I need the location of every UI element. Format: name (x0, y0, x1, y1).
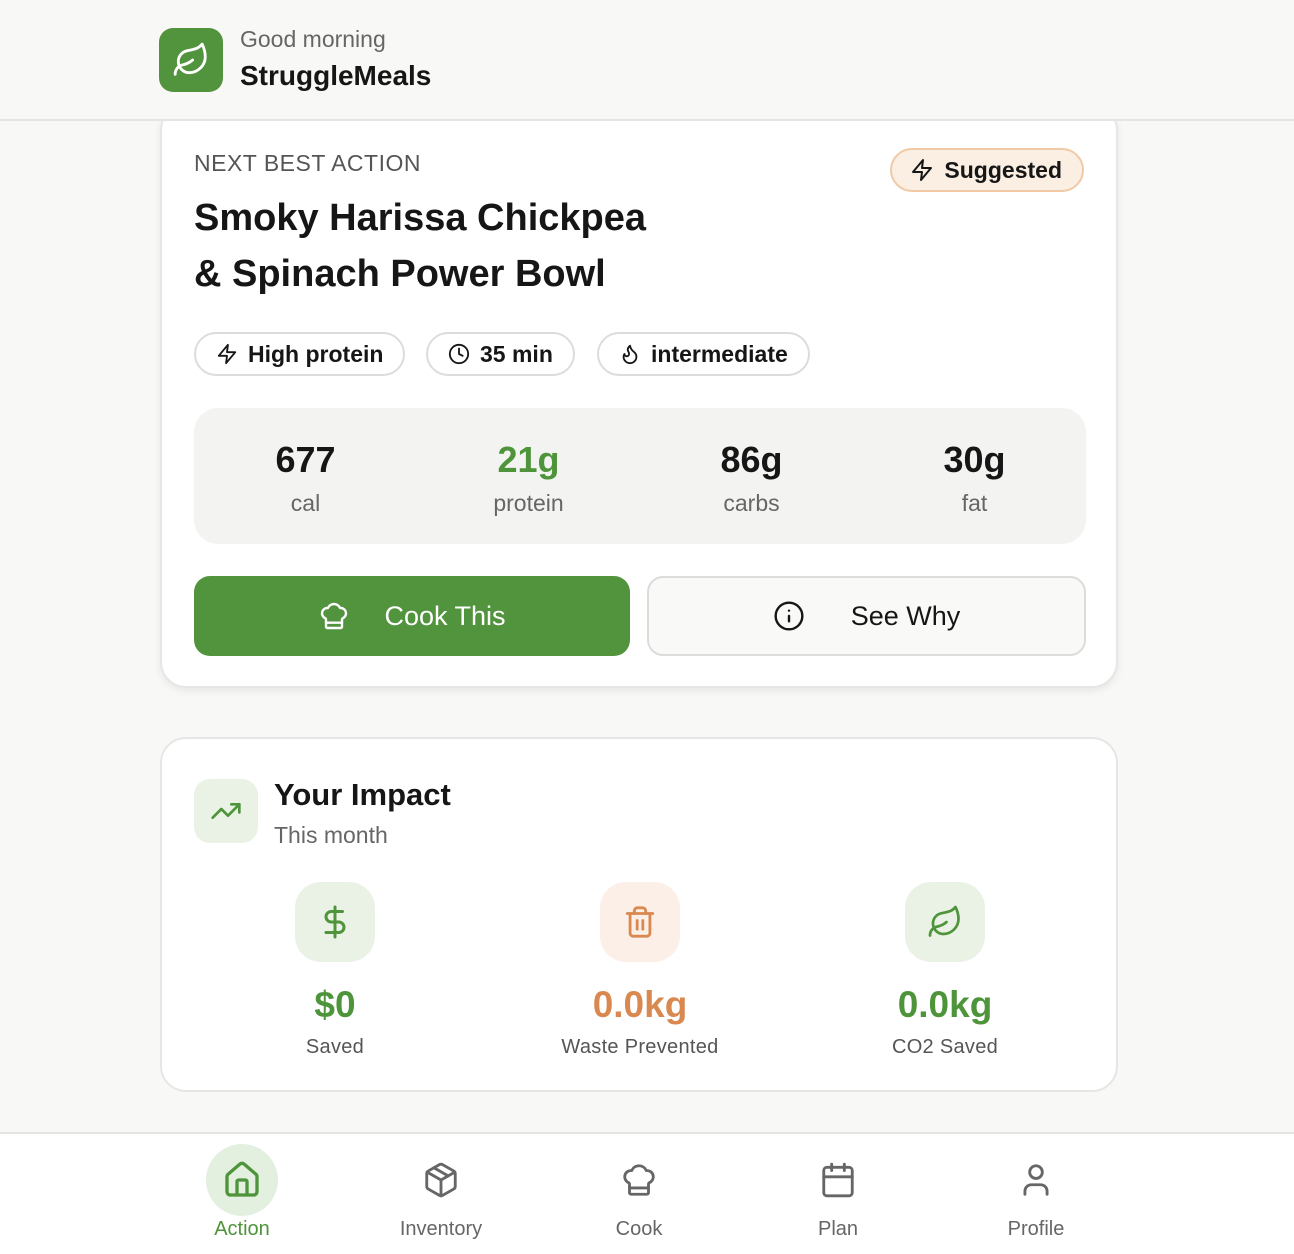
stat-label: CO2 Saved (891, 1036, 999, 1058)
meal-title-line-1: Smoky Harissa Chickpea (194, 197, 647, 239)
tag-difficulty: intermediate (597, 332, 810, 376)
nav-icon-wrap (802, 1144, 874, 1216)
user-icon (1023, 1164, 1049, 1196)
stat-value: 0.0kg (897, 984, 993, 1025)
nav-item-plan[interactable]: Plan (768, 1144, 908, 1241)
box-icon (425, 1162, 457, 1198)
suggested-badge: Suggested (890, 148, 1084, 192)
greeting-text: Good morning (240, 26, 386, 52)
meal-title: Smoky Harissa Chickpea & Spinach Power B… (194, 190, 794, 302)
macros-panel: 677 cal 21g protein 86g carbs 30g fat (194, 408, 1086, 544)
macro-fat: 30g fat (863, 408, 1086, 544)
tag-label: intermediate (651, 340, 788, 367)
clock-icon (448, 343, 470, 365)
dollar-icon (324, 905, 346, 939)
macro-protein: 21g protein (417, 408, 640, 544)
impact-subtitle: This month (274, 822, 388, 848)
meal-title-line-2: & Spinach Power Bowl (194, 253, 606, 295)
home-icon (225, 1161, 259, 1197)
chef-hat-icon (623, 1164, 655, 1196)
stat-value: $0 (314, 984, 356, 1025)
macro-carbs: 86g carbs (640, 408, 863, 544)
nav-icon-wrap (603, 1144, 675, 1216)
macro-label: cal (290, 490, 321, 516)
trending-up-icon (211, 803, 241, 819)
nav-icon-wrap (405, 1144, 477, 1216)
nav-label: Cook (615, 1218, 663, 1240)
see-why-button[interactable]: See Why (647, 576, 1086, 656)
macro-label: carbs (723, 490, 780, 516)
impact-card: Your Impact This month $0 Saved 0.0kg Wa… (160, 737, 1118, 1092)
nav-item-action[interactable]: Action (172, 1144, 312, 1241)
bottom-nav: Action Inventory Cook Plan Profile (0, 1132, 1294, 1254)
impact-icon-box (194, 779, 258, 843)
nav-icon-wrap (1000, 1144, 1072, 1216)
stat-icon-box (295, 882, 375, 962)
tag-label: High protein (248, 340, 384, 367)
section-eyebrow: NEXT BEST ACTION (194, 150, 421, 176)
stat-label: Waste Prevented (561, 1036, 719, 1058)
leaf-icon (173, 42, 207, 76)
macro-value: 677 (275, 439, 336, 480)
macro-label: protein (493, 490, 564, 516)
macro-value: 86g (720, 439, 783, 480)
nav-label: Profile (1007, 1218, 1065, 1240)
stat-icon-box (905, 882, 985, 962)
macro-value: 21g (497, 439, 560, 480)
nav-item-inventory[interactable]: Inventory (371, 1144, 511, 1241)
stat-money-saved: $0 Saved (215, 882, 455, 1059)
bolt-icon (217, 343, 237, 365)
tag-cook-time: 35 min (426, 332, 575, 376)
bolt-icon (912, 159, 933, 181)
nav-item-cook[interactable]: Cook (569, 1144, 709, 1241)
nav-icon-wrap (206, 1144, 278, 1216)
flame-icon (622, 344, 638, 365)
stat-co2-saved: 0.0kg CO2 Saved (825, 882, 1065, 1059)
stat-label: Saved (305, 1036, 365, 1058)
see-why-label: See Why (850, 600, 961, 631)
info-icon (774, 601, 804, 631)
chef-hat-icon (321, 602, 348, 630)
cook-this-button[interactable]: Cook This (194, 576, 630, 656)
nav-label: Inventory (399, 1218, 483, 1240)
impact-title: Your Impact (274, 777, 451, 812)
app-logo[interactable] (159, 28, 223, 92)
app-header: Good morning StruggleMeals (0, 0, 1294, 121)
next-best-action-card: NEXT BEST ACTION Suggested Smoky Harissa… (160, 104, 1118, 688)
stat-waste-prevented: 0.0kg Waste Prevented (520, 882, 760, 1059)
nav-label: Action (214, 1218, 270, 1240)
app-name: StruggleMeals (240, 60, 432, 91)
macro-calories: 677 cal (194, 408, 417, 544)
nav-item-profile[interactable]: Profile (966, 1144, 1106, 1241)
macro-label: fat (961, 490, 988, 516)
cook-this-label: Cook This (384, 600, 506, 631)
leaf-icon (928, 905, 960, 937)
tag-label: 35 min (480, 340, 553, 367)
suggested-label: Suggested (944, 156, 1062, 183)
tag-high-protein: High protein (194, 332, 406, 376)
nav-label: Plan (817, 1218, 859, 1240)
calendar-icon (822, 1162, 854, 1198)
stat-icon-box (600, 882, 680, 962)
macro-value: 30g (943, 439, 1006, 480)
trash-icon (625, 906, 655, 938)
stat-value: 0.0kg (592, 984, 688, 1025)
